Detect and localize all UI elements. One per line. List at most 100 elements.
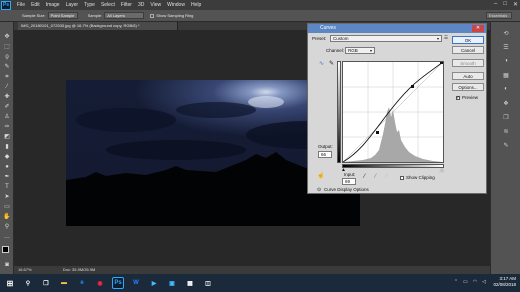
gray-eyedropper-icon[interactable]: ⁄ <box>375 174 376 180</box>
curve-point[interactable] <box>440 61 443 64</box>
pen-tool-icon[interactable]: ✒ <box>3 174 11 180</box>
crop-tool-icon[interactable]: ⌗ <box>3 74 11 80</box>
menu-window[interactable]: Window <box>167 2 185 8</box>
adjustments-panel-icon[interactable]: ◐ <box>500 86 512 94</box>
marquee-tool-icon[interactable]: ⬚ <box>3 44 11 50</box>
menu-help[interactable]: Help <box>191 2 201 8</box>
type-tool-icon[interactable]: T <box>3 184 11 190</box>
menu-filter[interactable]: Filter <box>121 2 132 8</box>
blur-tool-icon[interactable]: ◆ <box>3 154 11 160</box>
calculator-icon[interactable]: ▦ <box>184 277 196 289</box>
lasso-tool-icon[interactable]: ϙ <box>3 54 11 60</box>
history-brush-tool-icon[interactable]: ✑ <box>3 124 11 130</box>
sample-select[interactable]: All Layers <box>104 12 145 19</box>
quick-mask-icon[interactable]: ◙ <box>3 262 11 268</box>
swatches-panel-icon[interactable]: ▦ <box>500 72 512 80</box>
cancel-button[interactable]: Cancel <box>452 46 484 54</box>
quick-select-tool-icon[interactable]: ✎ <box>3 64 11 70</box>
curve-graph[interactable] <box>342 61 444 163</box>
channel-value: RGB <box>348 48 358 53</box>
smooth-button[interactable]: Smooth <box>452 59 484 67</box>
preset-select[interactable]: Custom ▾ <box>330 35 442 42</box>
eraser-tool-icon[interactable]: ◩ <box>3 134 11 140</box>
gradient-tool-icon[interactable]: ▮ <box>3 144 11 150</box>
white-eyedropper-icon[interactable]: ⁄ <box>386 174 387 180</box>
healing-tool-icon[interactable]: ✚ <box>3 94 11 100</box>
workspace-select[interactable]: Essentials <box>486 12 512 19</box>
menu-file[interactable]: File <box>17 2 25 8</box>
stamp-tool-icon[interactable]: ♙ <box>3 114 11 120</box>
menu-image[interactable]: Image <box>46 2 60 8</box>
curve-display-options[interactable]: Curve Display Options <box>324 187 369 192</box>
chrome-icon[interactable]: ◉ <box>94 277 106 289</box>
photos-icon[interactable]: ▣ <box>166 277 178 289</box>
ok-button[interactable]: OK <box>452 36 484 44</box>
task-view-icon[interactable]: ❐ <box>40 277 52 289</box>
paths-panel-icon[interactable]: ✎ <box>500 142 512 150</box>
layers-panel-icon[interactable]: ❐ <box>500 114 512 122</box>
curve-point-tool-icon[interactable]: ∿ <box>319 60 324 67</box>
edge-browser-icon[interactable]: e <box>76 277 88 289</box>
store-icon[interactable]: ◫ <box>202 277 214 289</box>
show-ring-checkbox[interactable] <box>150 13 155 18</box>
white-point-slider-icon[interactable]: △ <box>440 167 444 173</box>
path-select-tool-icon[interactable]: ➤ <box>3 194 11 200</box>
search-icon[interactable]: ⚲ <box>22 277 34 289</box>
close-window-button[interactable]: ✕ <box>513 1 518 8</box>
black-eyedropper-icon[interactable]: ⁄ <box>364 174 365 180</box>
brush-tool-icon[interactable]: ✐ <box>3 104 11 110</box>
dodge-tool-icon[interactable]: ● <box>3 164 11 170</box>
sample-size-select[interactable]: Point Sample <box>47 12 78 19</box>
expand-options-icon[interactable]: ⊙ <box>317 187 321 193</box>
menu-3d[interactable]: 3D <box>138 2 144 8</box>
hand-tool-icon[interactable]: ✋ <box>3 214 11 220</box>
input-field[interactable]: 69 <box>342 178 356 185</box>
output-field[interactable]: 66 <box>318 151 332 158</box>
history-panel-icon[interactable]: ⟲ <box>500 30 512 38</box>
shape-tool-icon[interactable]: ▭ <box>3 204 11 210</box>
curve-point[interactable] <box>411 85 414 88</box>
options-bar: Sample Size: Point Sample Sample: All La… <box>0 10 520 22</box>
styles-panel-icon[interactable]: ❖ <box>500 100 512 108</box>
wifi-icon[interactable]: ◠ <box>473 279 477 285</box>
channels-panel-icon[interactable]: ≋ <box>500 128 512 136</box>
move-tool-icon[interactable]: ✥ <box>3 34 11 40</box>
media-icon[interactable]: ▶ <box>148 277 160 289</box>
color-panel-icon[interactable]: ◑ <box>500 58 512 66</box>
output-gradient-bar <box>337 61 341 163</box>
maximize-button[interactable]: □ <box>503 1 507 8</box>
menu-select[interactable]: Select <box>101 2 115 8</box>
battery-icon[interactable]: ▭ <box>463 279 468 285</box>
channel-select[interactable]: RGB ▾ <box>345 47 375 54</box>
preview-checkbox[interactable] <box>456 95 460 101</box>
eyedropper-tool-icon[interactable]: ⁄ <box>3 84 11 90</box>
menu-edit[interactable]: Edit <box>31 2 40 8</box>
windows-start-icon[interactable]: ⊞ <box>4 277 16 289</box>
preset-options-icon[interactable]: ☰ <box>444 35 448 41</box>
target-adjust-icon[interactable]: ☝ <box>317 172 324 179</box>
options-button[interactable]: Options... <box>452 83 484 91</box>
properties-panel-icon[interactable]: ☰ <box>500 44 512 52</box>
pencil-draw-icon[interactable]: ✎ <box>329 60 334 67</box>
menu-view[interactable]: View <box>150 2 161 8</box>
preset-value: Custom <box>333 36 349 41</box>
file-explorer-icon[interactable]: ▬ <box>58 277 70 289</box>
more-tools-icon[interactable]: … <box>3 234 11 240</box>
zoom-tool-icon[interactable]: ⚲ <box>3 224 11 230</box>
word-icon[interactable]: W <box>130 277 142 289</box>
chevron-up-icon[interactable]: ⌃ <box>454 279 458 285</box>
show-clipping-checkbox[interactable] <box>400 176 404 180</box>
volume-icon[interactable]: ◁ <box>482 279 486 285</box>
zoom-level[interactable]: 16.67% <box>18 267 32 272</box>
photoshop-taskbar-icon[interactable]: Ps <box>112 277 124 289</box>
curve-point[interactable] <box>376 131 379 134</box>
curves-title-bar[interactable]: Curves ✕ <box>308 24 486 33</box>
minimize-button[interactable]: – <box>494 1 497 8</box>
auto-button[interactable]: Auto <box>452 72 484 80</box>
clock[interactable]: 3:17 AM 02/08/2018 <box>493 276 516 288</box>
menu-type[interactable]: Type <box>84 2 95 8</box>
document-tab[interactable]: IMG_20180101_072533.jpg @ 16.7% (Backgro… <box>18 22 178 30</box>
curves-close-button[interactable]: ✕ <box>472 25 484 32</box>
foreground-color-swatch[interactable] <box>2 246 9 253</box>
menu-layer[interactable]: Layer <box>66 2 79 8</box>
